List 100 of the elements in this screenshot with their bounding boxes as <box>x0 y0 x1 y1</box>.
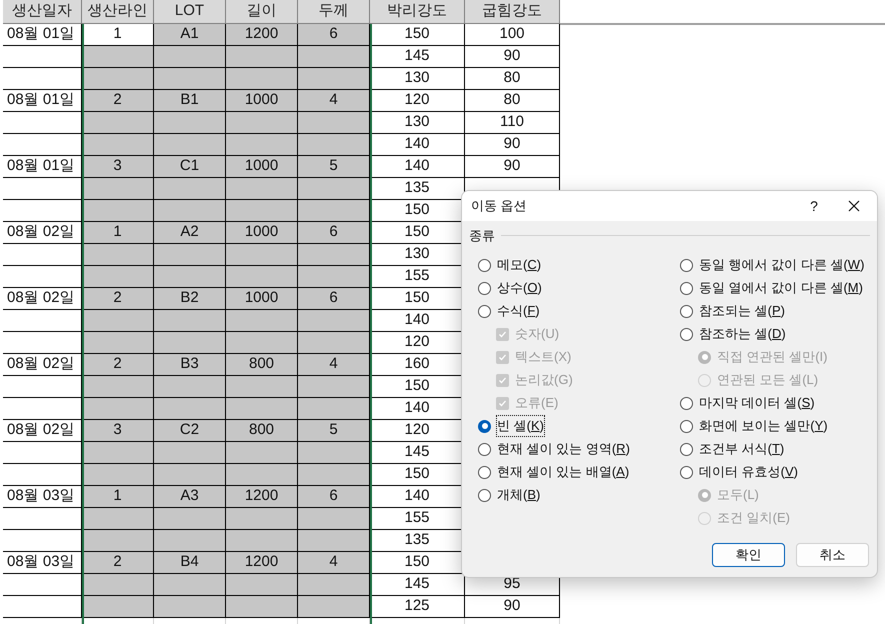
table-cell: 2 <box>82 288 154 310</box>
radio-button[interactable] <box>680 304 693 318</box>
column-header: 두께 <box>298 0 370 24</box>
table-cell: 4 <box>298 354 370 376</box>
option-label[interactable]: 화면에 보이는 셀만(Y) <box>699 416 828 436</box>
table-cell: B1 <box>154 90 226 112</box>
option-label[interactable]: 데이터 유효성(V) <box>699 462 798 482</box>
table-cell: 5 <box>298 156 370 178</box>
option-label[interactable]: 동일 행에서 값이 다른 셀(W) <box>699 255 864 275</box>
table-cell: 130 <box>370 68 465 90</box>
radio-button[interactable] <box>680 420 693 432</box>
table-cell: 1200 <box>226 486 298 508</box>
table-cell: 6 <box>298 24 370 46</box>
table-cell: 08월 03일 <box>3 552 82 574</box>
column-header: 생산라인 <box>82 0 154 24</box>
table-cell: 3 <box>82 156 154 178</box>
option-label[interactable]: 메모(C) <box>497 255 542 275</box>
option-label[interactable]: 참조하는 셀(D) <box>699 324 786 344</box>
table-cell: C1 <box>154 156 226 178</box>
option-label[interactable]: 참조되는 셀(P) <box>699 301 785 321</box>
help-button[interactable]: ? <box>797 193 831 219</box>
option-label[interactable]: 빈 셀(K) <box>497 416 544 436</box>
table-cell: 130 <box>370 112 465 134</box>
column-header: 박리강도 <box>370 0 465 24</box>
table-cell: 2 <box>82 354 154 376</box>
table-cell: 100 <box>465 24 560 46</box>
table-cell: 08월 02일 <box>3 420 82 442</box>
close-icon <box>848 200 860 212</box>
table-cell: 5 <box>298 420 370 442</box>
table-cell: 1200 <box>226 24 298 46</box>
table-cell: 800 <box>226 354 298 376</box>
table-cell: 125 <box>370 596 465 618</box>
table-cell: 08월 02일 <box>3 354 82 376</box>
table-cell: 6 <box>298 288 370 310</box>
option-label[interactable]: 동일 열에서 값이 다른 셀(M) <box>699 278 863 298</box>
radio-button[interactable] <box>478 466 491 478</box>
table-cell: 1200 <box>226 552 298 574</box>
table-cell: A2 <box>154 222 226 244</box>
table-cell: 3 <box>82 420 154 442</box>
radio-button[interactable] <box>680 442 693 456</box>
table-cell: 1000 <box>226 156 298 178</box>
table-cell: 6 <box>298 222 370 244</box>
table-cell: 2 <box>82 552 154 574</box>
column-header: 길이 <box>226 0 298 24</box>
table-cell: 1000 <box>226 222 298 244</box>
column-header: LOT <box>154 0 226 24</box>
ok-button[interactable]: 확인 <box>712 543 785 567</box>
cancel-button[interactable]: 취소 <box>796 543 869 567</box>
option-label[interactable]: 현재 셀이 있는 배열(A) <box>497 462 630 482</box>
group-label: 종류 <box>469 227 495 245</box>
option-label[interactable]: 현재 셀이 있는 영역(R) <box>497 439 630 459</box>
radio-button[interactable] <box>478 304 491 318</box>
radio-button[interactable] <box>478 488 491 502</box>
table-cell: 6 <box>298 486 370 508</box>
table-cell: A1 <box>154 24 226 46</box>
table-cell: 08월 02일 <box>3 288 82 310</box>
table-cell: 110 <box>465 112 560 134</box>
dialog-title: 이동 옵션 <box>471 197 527 216</box>
option-label[interactable]: 상수(O) <box>497 278 542 298</box>
option-label[interactable]: 수식(F) <box>497 301 540 321</box>
table-cell: 80 <box>465 68 560 90</box>
option-label[interactable]: 조건부 서식(T) <box>699 439 784 459</box>
table-cell: B2 <box>154 288 226 310</box>
table-cell: C2 <box>154 420 226 442</box>
table-cell: 1000 <box>226 288 298 310</box>
table-cell: 08월 02일 <box>3 222 82 244</box>
radio-button[interactable] <box>680 466 693 478</box>
table-cell: 150 <box>370 24 465 46</box>
column-header: 굽힘강도 <box>465 0 560 24</box>
column-header: 생산일자 <box>3 0 82 24</box>
table-cell: 90 <box>465 156 560 178</box>
radio-button[interactable] <box>680 328 693 340</box>
table-cell: 140 <box>370 156 465 178</box>
radio-button[interactable] <box>478 420 491 432</box>
table-cell: 1 <box>82 486 154 508</box>
radio-button[interactable] <box>680 396 693 410</box>
table-cell: 1 <box>82 222 154 244</box>
table-cell: 4 <box>298 90 370 112</box>
table-cell: 145 <box>370 574 465 596</box>
table-cell: 90 <box>465 596 560 618</box>
radio-button[interactable] <box>478 258 491 272</box>
radio-button[interactable] <box>680 258 693 272</box>
table-cell: 120 <box>370 90 465 112</box>
table-cell: 1000 <box>226 90 298 112</box>
table-cell: 140 <box>370 134 465 156</box>
radio-button[interactable] <box>478 282 491 294</box>
table-cell: 80 <box>465 90 560 112</box>
table-cell: 2 <box>82 90 154 112</box>
table-cell: 4 <box>298 552 370 574</box>
table-cell: B3 <box>154 354 226 376</box>
option-label[interactable]: 개체(B) <box>497 485 540 505</box>
table-cell: 145 <box>370 46 465 68</box>
radio-button[interactable] <box>680 282 693 294</box>
radio-button[interactable] <box>478 442 491 456</box>
option-label[interactable]: 마지막 데이터 셀(S) <box>699 393 815 413</box>
table-cell: 08월 03일 <box>3 486 82 508</box>
table-cell: B4 <box>154 552 226 574</box>
table-cell: A3 <box>154 486 226 508</box>
table-cell: 800 <box>226 420 298 442</box>
table-cell: 08월 01일 <box>3 90 82 112</box>
